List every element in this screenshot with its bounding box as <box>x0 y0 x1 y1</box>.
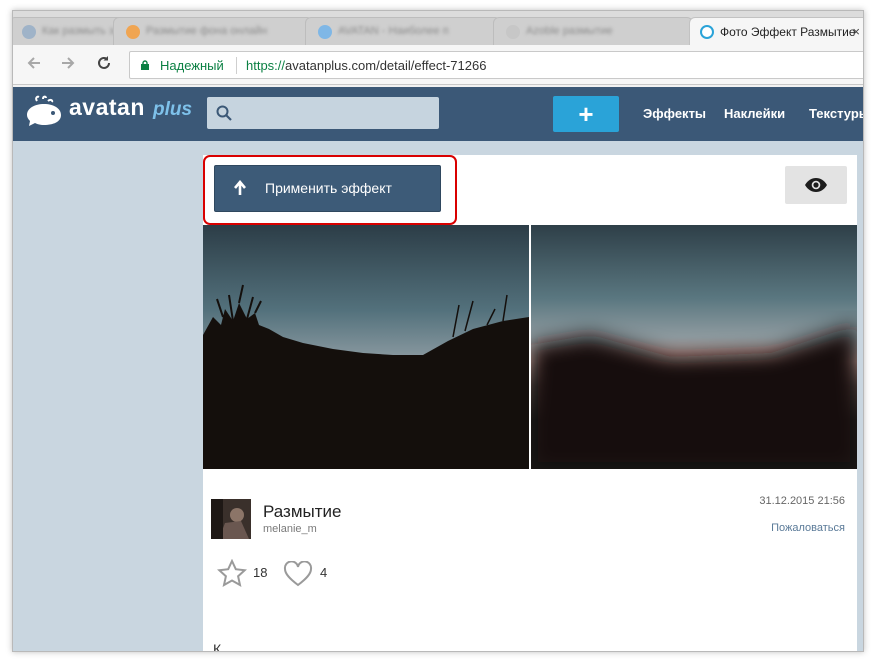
avatar[interactable] <box>211 499 251 539</box>
nav-effects[interactable]: Эффекты <box>643 106 706 121</box>
tab-close-icon[interactable]: × <box>852 24 860 39</box>
omnibox-divider <box>236 57 237 74</box>
preview-toggle-button[interactable] <box>785 166 847 204</box>
report-link[interactable]: Пожаловаться <box>771 522 845 534</box>
tab-title: AVATAN - Наиболее п <box>338 25 449 37</box>
search-icon <box>216 105 232 121</box>
browser-tab-active[interactable]: Фото Эффект Размытие × <box>689 17 863 45</box>
site-search-input[interactable] <box>207 97 439 129</box>
tab-strip: Как размыть задний ф Размытие фона онлай… <box>13 11 863 45</box>
description-text: К <box>213 641 222 652</box>
add-button[interactable]: + <box>553 96 619 132</box>
browser-toolbar: Надежный https://avatanplus.com/detail/e… <box>13 45 863 85</box>
logo-suffix: plus <box>153 99 193 120</box>
tab-favicon-icon <box>126 25 140 39</box>
url-path: avatanplus.com/detail/effect-71266 <box>285 58 487 73</box>
tab-favicon-icon <box>318 25 332 39</box>
browser-window: Как размыть задний ф Размытие фона онлай… <box>12 10 864 652</box>
likes-count: 4 <box>320 565 328 580</box>
blurred-photo <box>531 225 857 469</box>
secure-label: Надежный <box>160 58 224 73</box>
lock-icon <box>141 60 149 70</box>
reload-icon <box>98 56 110 69</box>
apply-effect-label: Применить эффект <box>265 180 392 196</box>
address-bar[interactable]: Надежный https://avatanplus.com/detail/e… <box>129 51 863 79</box>
browser-tab-4[interactable]: Azoble размытие <box>493 17 693 45</box>
arrow-right-icon <box>62 57 75 69</box>
back-button[interactable] <box>23 54 45 76</box>
site-header: avatan plus + Эффекты Наклейки Текстуры <box>13 87 863 141</box>
reload-button[interactable] <box>93 54 115 76</box>
eye-icon <box>805 178 827 192</box>
tab-title: Фото Эффект Размытие <box>720 25 856 39</box>
tab-favicon-icon <box>700 25 714 39</box>
tab-favicon-icon <box>506 25 520 39</box>
effect-title: Размытие <box>263 502 342 521</box>
url-text[interactable]: https://avatanplus.com/detail/effect-712… <box>246 58 486 73</box>
browser-tab-2[interactable]: Размытие фона онлайн <box>113 17 313 45</box>
page-body: Применить эффект Размытие melanie_m 31.1… <box>13 141 863 652</box>
apply-effect-button[interactable]: Применить эффект <box>214 165 441 212</box>
heart-icon[interactable] <box>283 561 313 587</box>
browser-tab-3[interactable]: AVATAN - Наиболее п <box>305 17 501 45</box>
tab-title: Размытие фона онлайн <box>146 25 268 37</box>
nav-stickers[interactable]: Наклейки <box>724 106 785 121</box>
original-photo <box>203 225 529 469</box>
publish-date: 31.12.2015 21:56 <box>759 495 845 507</box>
url-scheme: https:// <box>246 58 286 73</box>
author-link[interactable]: melanie_m <box>263 523 317 535</box>
logo-text: avatan <box>69 94 145 120</box>
tab-favicon-icon <box>22 25 36 39</box>
browser-tab-1[interactable]: Как размыть задний ф <box>13 17 129 45</box>
effect-card: Применить эффект Размытие melanie_m 31.1… <box>203 155 857 652</box>
screenshot-frame: Как размыть задний ф Размытие фона онлай… <box>0 0 878 664</box>
forward-button[interactable] <box>57 54 79 76</box>
arrow-left-icon <box>27 57 40 69</box>
arrow-up-icon <box>234 180 246 195</box>
nav-textures[interactable]: Текстуры <box>809 106 863 121</box>
star-icon[interactable] <box>217 559 247 587</box>
tab-title: Azoble размытие <box>526 25 613 37</box>
whale-logo-icon <box>27 95 61 126</box>
favorites-count: 18 <box>253 565 268 580</box>
